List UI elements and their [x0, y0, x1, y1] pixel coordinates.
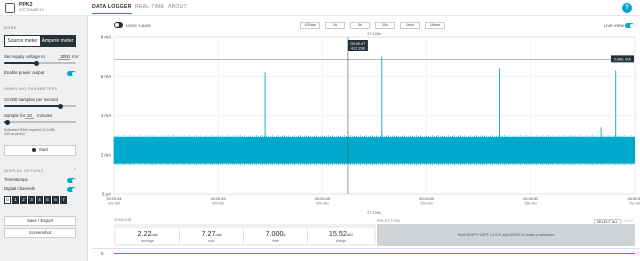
x-tick-sublabel: 000.000 — [212, 202, 224, 206]
stat-max-number: 7.27 — [201, 229, 216, 238]
stat-charge: 15.52mC charge — [308, 228, 374, 244]
cursor-time: 00:00:47 — [351, 42, 366, 46]
digital-divider — [92, 248, 640, 249]
x-tick-label: 00:00:48 — [315, 197, 330, 201]
stat-time-value: 7.000s — [244, 229, 307, 238]
x-tick-sublabel: 000.000 — [420, 202, 432, 206]
y-tick-label: 6 mA — [101, 74, 111, 79]
y-tick-label: 2 mA — [101, 152, 111, 157]
digital-channel-label: 0 — [101, 251, 104, 256]
stat-time-number: 7.000 — [265, 229, 284, 238]
digital-channel-trace — [114, 253, 635, 254]
y-tick-label: 8 mA — [101, 35, 111, 40]
x-tick-sublabel: 241.000 — [108, 202, 120, 206]
window-duration-bottom: 27.100s — [367, 211, 381, 215]
window-stats-title: WINDOW — [114, 218, 132, 222]
stat-time-unit: s — [283, 232, 286, 237]
stat-max-value: 7.27mA — [180, 229, 243, 238]
stat-max-label: max — [208, 239, 215, 243]
y-tick-label: 0 μA — [102, 192, 111, 197]
peak-value: 6.861 mA — [614, 58, 631, 62]
stat-average-number: 2.22 — [137, 229, 152, 238]
stat-charge-label: charge — [335, 239, 347, 243]
x-tick-sublabel: 241.000 — [629, 202, 640, 206]
x-tick-sublabel: 000.000 — [316, 202, 328, 206]
x-tick-label: 00:00:44 — [107, 197, 122, 201]
stat-charge-value: 15.52mC — [308, 229, 374, 238]
x-tick-label: 00:00:52 — [523, 197, 538, 201]
stat-charge-number: 15.52 — [328, 229, 347, 238]
x-tick-label: 00:00:46 — [211, 197, 226, 201]
stat-charge-unit: mC — [346, 232, 354, 237]
x-tick-sublabel: 000.000 — [525, 202, 537, 206]
cursor-value: 412.298 — [351, 47, 365, 51]
stat-average-value: 2.22mA — [116, 229, 179, 238]
window-duration-top: 27.100s — [367, 32, 381, 36]
clear-selection-button[interactable]: CLEAR — [621, 219, 633, 223]
stat-time-label: time — [272, 239, 279, 243]
stat-average: 2.22mA average — [116, 228, 180, 244]
selection-hint: Hold SHIFT+LEFT CLICK and DRAG to make a… — [377, 224, 635, 246]
stat-average-unit: mA — [151, 232, 158, 237]
x-tick-label: 00:00:54 — [628, 197, 640, 201]
y-tick-label: 4 mA — [101, 113, 111, 118]
plot-area: 8 mA6 mA4 mA2 mA0 μA00:00:44241.00000:00… — [101, 35, 640, 206]
stat-max: 7.27mA max — [180, 228, 244, 244]
stat-time: 7.000s time — [244, 228, 308, 244]
current-chart[interactable]: 27.100s 27.100s 8 mA6 mA4 mA2 mA0 μA00:0… — [0, 0, 640, 261]
x-tick-label: 00:00:50 — [419, 197, 434, 201]
stat-average-label: average — [141, 239, 154, 243]
stat-max-unit: mA — [215, 232, 222, 237]
selection-stats-title: SELECTION — [377, 219, 401, 223]
